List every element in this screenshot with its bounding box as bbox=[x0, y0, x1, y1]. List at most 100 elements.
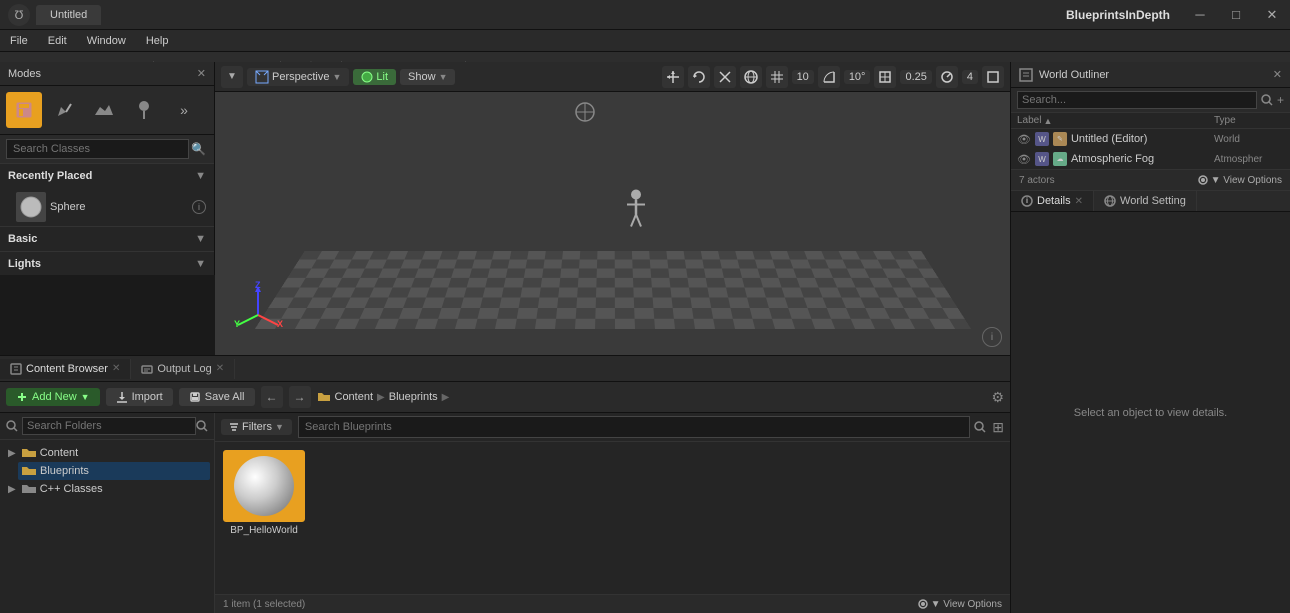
world-icon[interactable] bbox=[740, 66, 762, 88]
content-browser-main: ▶ Content Blueprints ▶ C++ Classes bbox=[0, 413, 1010, 613]
filters-arrow: ▼ bbox=[275, 422, 284, 432]
tab-world-setting[interactable]: World Setting bbox=[1094, 191, 1197, 211]
rotate-icon[interactable] bbox=[688, 66, 710, 88]
details-tab-close[interactable]: ✕ bbox=[1075, 196, 1083, 207]
forward-button[interactable]: → bbox=[289, 386, 311, 408]
filters-button[interactable]: Filters ▼ bbox=[221, 419, 292, 435]
content-browser-tab-close[interactable]: ✕ bbox=[112, 363, 120, 374]
maximize-button[interactable]: □ bbox=[1218, 0, 1254, 30]
minimize-button[interactable]: ─ bbox=[1182, 0, 1218, 30]
angle-icon[interactable] bbox=[818, 66, 840, 88]
close-button[interactable]: ✕ bbox=[1254, 0, 1290, 30]
outliner-item-atmospheric-fog[interactable]: 👁 W ☁ Atmospheric Fog Atmospher bbox=[1011, 149, 1290, 169]
viewport-info-icon[interactable]: i bbox=[982, 327, 1002, 347]
output-log-tab-close[interactable]: ✕ bbox=[216, 363, 224, 374]
blueprint-project-title: BlueprintsInDepth bbox=[1066, 0, 1170, 30]
angle-value[interactable]: 10° bbox=[844, 70, 871, 84]
search-content-bar bbox=[298, 416, 986, 438]
folder-blueprints[interactable]: Blueprints bbox=[18, 462, 210, 480]
translate-icon[interactable] bbox=[662, 66, 684, 88]
grid-value[interactable]: 10 bbox=[792, 70, 814, 84]
scale-icon[interactable] bbox=[714, 66, 736, 88]
mode-paint-button[interactable] bbox=[46, 92, 82, 128]
cb-view-options-button[interactable]: ▼ View Options bbox=[917, 598, 1002, 610]
viewport-dropdown-button[interactable]: ▼ bbox=[221, 66, 243, 88]
world-outliner-header: World Outliner ✕ bbox=[1011, 62, 1290, 88]
import-button[interactable]: Import bbox=[106, 388, 173, 406]
mode-section-recently-placed-header[interactable]: Recently Placed ▼ bbox=[0, 164, 214, 188]
world-outliner-close-button[interactable]: ✕ bbox=[1273, 68, 1282, 81]
save-all-button[interactable]: Save All bbox=[179, 388, 255, 406]
content-browser-settings-icon[interactable]: ⚙ bbox=[991, 389, 1004, 406]
outliner-columns: Label ▲ Type bbox=[1011, 113, 1290, 129]
outliner-list: 👁 W ✎ Untitled (Editor) World 👁 W ☁ Atmo… bbox=[1011, 129, 1290, 169]
title-tab[interactable]: Untitled bbox=[36, 5, 101, 25]
add-new-button[interactable]: Add New ▼ bbox=[6, 388, 100, 406]
view-options-button[interactable]: ▼ View Options bbox=[1197, 174, 1282, 186]
menu-help[interactable]: Help bbox=[136, 33, 179, 49]
content-browser-tabs: Content Browser ✕ Output Log ✕ bbox=[0, 356, 1010, 382]
outliner-item-fog-icons: 👁 bbox=[1017, 153, 1031, 166]
camera-speed-value[interactable]: 4 bbox=[962, 70, 978, 84]
mode-item-sphere[interactable]: Sphere i bbox=[0, 188, 214, 226]
tab-details[interactable]: Details ✕ bbox=[1011, 191, 1094, 211]
mode-section-basic-header[interactable]: Basic ▼ bbox=[0, 227, 214, 251]
column-type-header[interactable]: Type bbox=[1214, 115, 1284, 126]
modes-icons-row: » bbox=[0, 86, 214, 135]
mode-foliage-button[interactable] bbox=[126, 92, 162, 128]
back-button[interactable]: ← bbox=[261, 386, 283, 408]
scale-snap-icon[interactable] bbox=[874, 66, 896, 88]
world-outliner-add-button[interactable]: + bbox=[1277, 93, 1284, 107]
show-label: Show bbox=[408, 71, 436, 83]
import-label: Import bbox=[132, 391, 163, 403]
cpp-folder-icon bbox=[22, 483, 36, 495]
tab-output-log[interactable]: Output Log ✕ bbox=[131, 359, 235, 379]
viewport-toolbar: ▼ Perspective ▼ Lit Show ▼ 10 bbox=[215, 62, 1010, 92]
basic-label: Basic bbox=[8, 233, 37, 245]
item-world-icon: W bbox=[1035, 132, 1049, 146]
content-view-options-icon[interactable]: ⊞ bbox=[992, 419, 1004, 436]
column-label-header[interactable]: Label ▲ bbox=[1017, 115, 1214, 126]
recently-placed-arrow: ▼ bbox=[195, 170, 206, 182]
path-item-content[interactable]: Content bbox=[335, 391, 374, 403]
modes-close-button[interactable]: ✕ bbox=[197, 67, 206, 80]
world-outliner-search-input[interactable] bbox=[1017, 91, 1257, 109]
asset-preview bbox=[223, 450, 305, 522]
save-all-label: Save All bbox=[205, 391, 245, 403]
show-button[interactable]: Show ▼ bbox=[400, 69, 455, 85]
folder-sub-content: Blueprints bbox=[4, 462, 210, 480]
scale-value[interactable]: 0.25 bbox=[900, 70, 931, 84]
mode-item-sphere-info-btn[interactable]: i bbox=[192, 200, 206, 214]
mode-place-button[interactable] bbox=[6, 92, 42, 128]
details-tab-label: Details bbox=[1037, 195, 1071, 207]
mode-expand-button[interactable]: » bbox=[166, 92, 202, 128]
menu-file[interactable]: File bbox=[0, 33, 38, 49]
search-classes-input[interactable] bbox=[6, 139, 189, 159]
search-content-input[interactable] bbox=[298, 416, 970, 438]
folder-content[interactable]: ▶ Content bbox=[4, 444, 210, 462]
perspective-dropdown[interactable]: Perspective ▼ bbox=[247, 68, 349, 86]
maximize-viewport-icon[interactable] bbox=[982, 66, 1004, 88]
folder-tree: ▶ Content Blueprints ▶ C++ Classes bbox=[0, 440, 214, 613]
outliner-item-untitled-type: World bbox=[1214, 134, 1284, 145]
search-folders-input[interactable] bbox=[22, 417, 196, 435]
item-type-icon: ✎ bbox=[1053, 132, 1067, 146]
menu-edit[interactable]: Edit bbox=[38, 33, 77, 49]
mode-landscape-button[interactable] bbox=[86, 92, 122, 128]
menu-window[interactable]: Window bbox=[77, 33, 136, 49]
lit-button[interactable]: Lit bbox=[353, 69, 396, 85]
folder-content-name: Content bbox=[40, 447, 79, 459]
folder-cpp-classes[interactable]: ▶ C++ Classes bbox=[4, 480, 210, 498]
asset-bp-helloworld[interactable]: BP_HelloWorld bbox=[223, 450, 305, 536]
camera-speed-icon[interactable] bbox=[936, 66, 958, 88]
lights-label: Lights bbox=[8, 258, 41, 270]
outliner-item-untitled[interactable]: 👁 W ✎ Untitled (Editor) World bbox=[1011, 129, 1290, 149]
path-item-blueprints[interactable]: Blueprints bbox=[389, 391, 438, 403]
ue-logo-icon: Ʊ bbox=[8, 4, 30, 26]
tab-content-browser[interactable]: Content Browser ✕ bbox=[0, 359, 131, 379]
modes-panel: Modes ✕ » 🔍 Recently Placed ▼ bbox=[0, 62, 215, 275]
mode-section-lights-header[interactable]: Lights ▼ bbox=[0, 252, 214, 275]
viewport-canvas[interactable]: Z X Y i bbox=[215, 92, 1010, 355]
grid-icon[interactable] bbox=[766, 66, 788, 88]
folder-blueprints-name: Blueprints bbox=[40, 465, 89, 477]
